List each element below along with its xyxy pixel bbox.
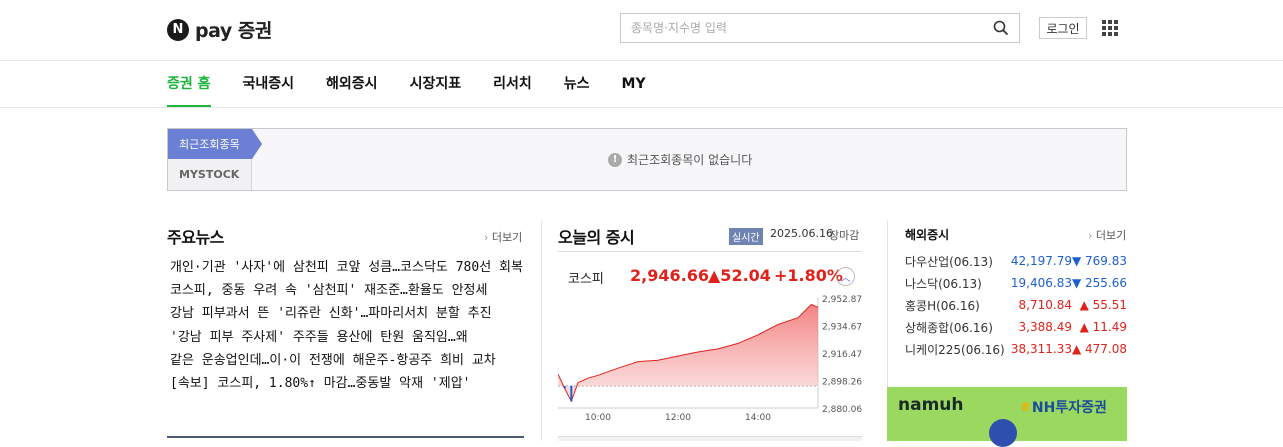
overseas-index-name: 니케이225(06.16) — [905, 342, 1005, 357]
tab-4[interactable]: 리서치 — [493, 61, 532, 107]
search-input[interactable] — [631, 21, 993, 35]
overseas-index-name: 홍콩H(06.16) — [905, 298, 980, 313]
overseas-index-name: 다우산업(06.13) — [905, 254, 993, 269]
ad-sponsor: ㅎNH투자증권 — [1019, 400, 1107, 416]
news-more-link[interactable]: 더보기 — [484, 229, 522, 245]
recent-stocks-panel: 최근조회종목 MYSTOCK ! 최근조회종목이 없습니다 — [167, 128, 1127, 191]
y-tick-label: 2,934.67 — [822, 322, 862, 332]
kospi-value: 2,946.66 — [630, 266, 709, 285]
ad-brand: namuh — [898, 395, 964, 415]
overseas-index-name: 상해종합(06.16) — [905, 320, 993, 335]
tab-6[interactable]: MY — [622, 61, 646, 107]
search-icon[interactable] — [993, 20, 1009, 36]
globe-icon — [989, 419, 1017, 447]
news-footer-bar — [167, 436, 524, 438]
overseas-index-value: 38,311.33 — [1010, 342, 1072, 356]
overseas-table: 다우산업(06.13) 42,197.79 ▼ 769.83 나스닥(06.13) 19… — [905, 250, 1127, 360]
chevron-up-icon[interactable]: ︿ — [836, 267, 855, 286]
recent-empty-message: ! 최근조회종목이 없습니다 — [608, 151, 752, 168]
overseas-row[interactable]: 나스닥(06.13) 19,406.83 ▼ 255.66 — [905, 272, 1127, 294]
overseas-index-change: ▲ 55.51 — [1079, 298, 1127, 312]
logo-icon: N — [167, 18, 189, 41]
market-status: 장마감 — [829, 229, 860, 242]
y-tick-label: 2,898.26 — [822, 378, 862, 388]
kospi-change-percent: +1.80% — [774, 266, 843, 285]
overseas-more-link[interactable]: 더보기 — [1088, 227, 1126, 243]
overseas-index-name: 나스닥(06.13) — [905, 276, 982, 291]
overseas-row[interactable]: 다우산업(06.13) 42,197.79 ▼ 769.83 — [905, 250, 1127, 272]
kospi-intraday-chart: 2,952.87 2,934.67 2,916.47 2,898.26 2,880.06… — [558, 295, 862, 420]
y-tick-label: 2,952.87 — [822, 295, 862, 305]
x-tick-label: 12:00 — [665, 413, 691, 420]
column-divider — [541, 220, 542, 441]
news-list: 개인·기관 '사자'에 삼천피 코앞 성큼…코스닥도 780선 회복 코스피, 중… — [170, 256, 525, 395]
market-date: 2025.06.16 — [770, 227, 833, 240]
news-item[interactable]: 개인·기관 '사자'에 삼천피 코앞 성큼…코스닥도 780선 회복 — [170, 256, 525, 279]
overseas-index-value: 19,406.83 — [1010, 276, 1072, 290]
tab-recent-stocks[interactable]: 최근조회종목 — [168, 129, 262, 159]
overseas-index-change: ▼ 255.66 — [1071, 276, 1127, 290]
tab-3[interactable]: 시장지표 — [410, 61, 462, 107]
tab-5[interactable]: 뉴스 — [564, 61, 590, 107]
tab-2[interactable]: 해외증시 — [326, 61, 378, 107]
news-item[interactable]: 같은 운송업인데…이·이 전쟁에 해운주-항공주 희비 교차 — [170, 349, 525, 372]
login-button[interactable]: 로그인 — [1039, 17, 1087, 39]
tab-0[interactable]: 증권 홈 — [167, 61, 211, 107]
news-title: 주요뉴스 — [167, 228, 224, 247]
y-tick-label: 2,880.06 — [822, 405, 862, 415]
apps-grid-icon[interactable] — [1102, 20, 1118, 36]
info-icon: ! — [608, 152, 622, 167]
overseas-title: 해외증시 — [905, 228, 950, 242]
news-item[interactable]: [속보] 코스피, 1.80%↑ 마감…중동발 악재 '제압' — [170, 372, 525, 395]
today-footer — [558, 436, 862, 441]
overseas-index-change: ▲ 11.49 — [1079, 320, 1127, 334]
realtime-badge: 실시간 — [729, 228, 763, 245]
overseas-index-value: 8,710.84 — [1018, 298, 1072, 312]
x-tick-label: 14:00 — [745, 413, 771, 420]
naver-pay-logo[interactable]: N pay 증권 — [167, 16, 272, 43]
overseas-row[interactable]: 상해종합(06.16) 3,388.49 ▲ 11.49 — [905, 316, 1127, 338]
kospi-change: ▲52.04 — [708, 266, 771, 285]
overseas-row[interactable]: 니케이225(06.16) 38,311.33 ▲ 477.08 — [905, 338, 1127, 360]
nav-divider — [0, 107, 1283, 108]
ad-banner[interactable]: namuh ㅎNH투자증권 — [887, 387, 1127, 447]
overseas-index-value: 42,197.79 — [1010, 254, 1072, 268]
logo-text: pay 증권 — [195, 20, 272, 42]
news-item[interactable]: '강남 피부 주사제' 주주들 용산에 탄원 움직임…왜 — [170, 326, 525, 349]
chart-area — [558, 304, 818, 402]
today-market-title: 오늘의 증시 — [558, 228, 635, 247]
kospi-label[interactable]: 코스피 — [568, 268, 604, 287]
overseas-index-value: 3,388.49 — [1018, 320, 1072, 334]
recent-empty-text: 최근조회종목이 없습니다 — [627, 153, 753, 167]
y-tick-label: 2,916.47 — [822, 350, 862, 360]
tab-1[interactable]: 국내증시 — [243, 61, 295, 107]
x-tick-label: 10:00 — [585, 413, 611, 420]
overseas-row[interactable]: 홍콩H(06.16) 8,710.84 ▲ 55.51 — [905, 294, 1127, 316]
news-item[interactable]: 강남 피부과서 뜬 '리쥬란 신화'…파마리서치 분할 추진 — [170, 302, 525, 325]
main-nav: 증권 홈 국내증시 해외증시 시장지표 리서치 뉴스 MY — [167, 61, 646, 107]
market-divider — [558, 251, 862, 252]
search-box[interactable] — [620, 13, 1020, 43]
tab-mystock[interactable]: MYSTOCK — [168, 159, 252, 190]
overseas-index-change: ▲ 477.08 — [1071, 342, 1127, 356]
overseas-index-change: ▼ 769.83 — [1071, 254, 1127, 268]
news-item[interactable]: 코스피, 중동 우려 속 '삼천피' 재조준…환율도 안정세 — [170, 279, 525, 302]
